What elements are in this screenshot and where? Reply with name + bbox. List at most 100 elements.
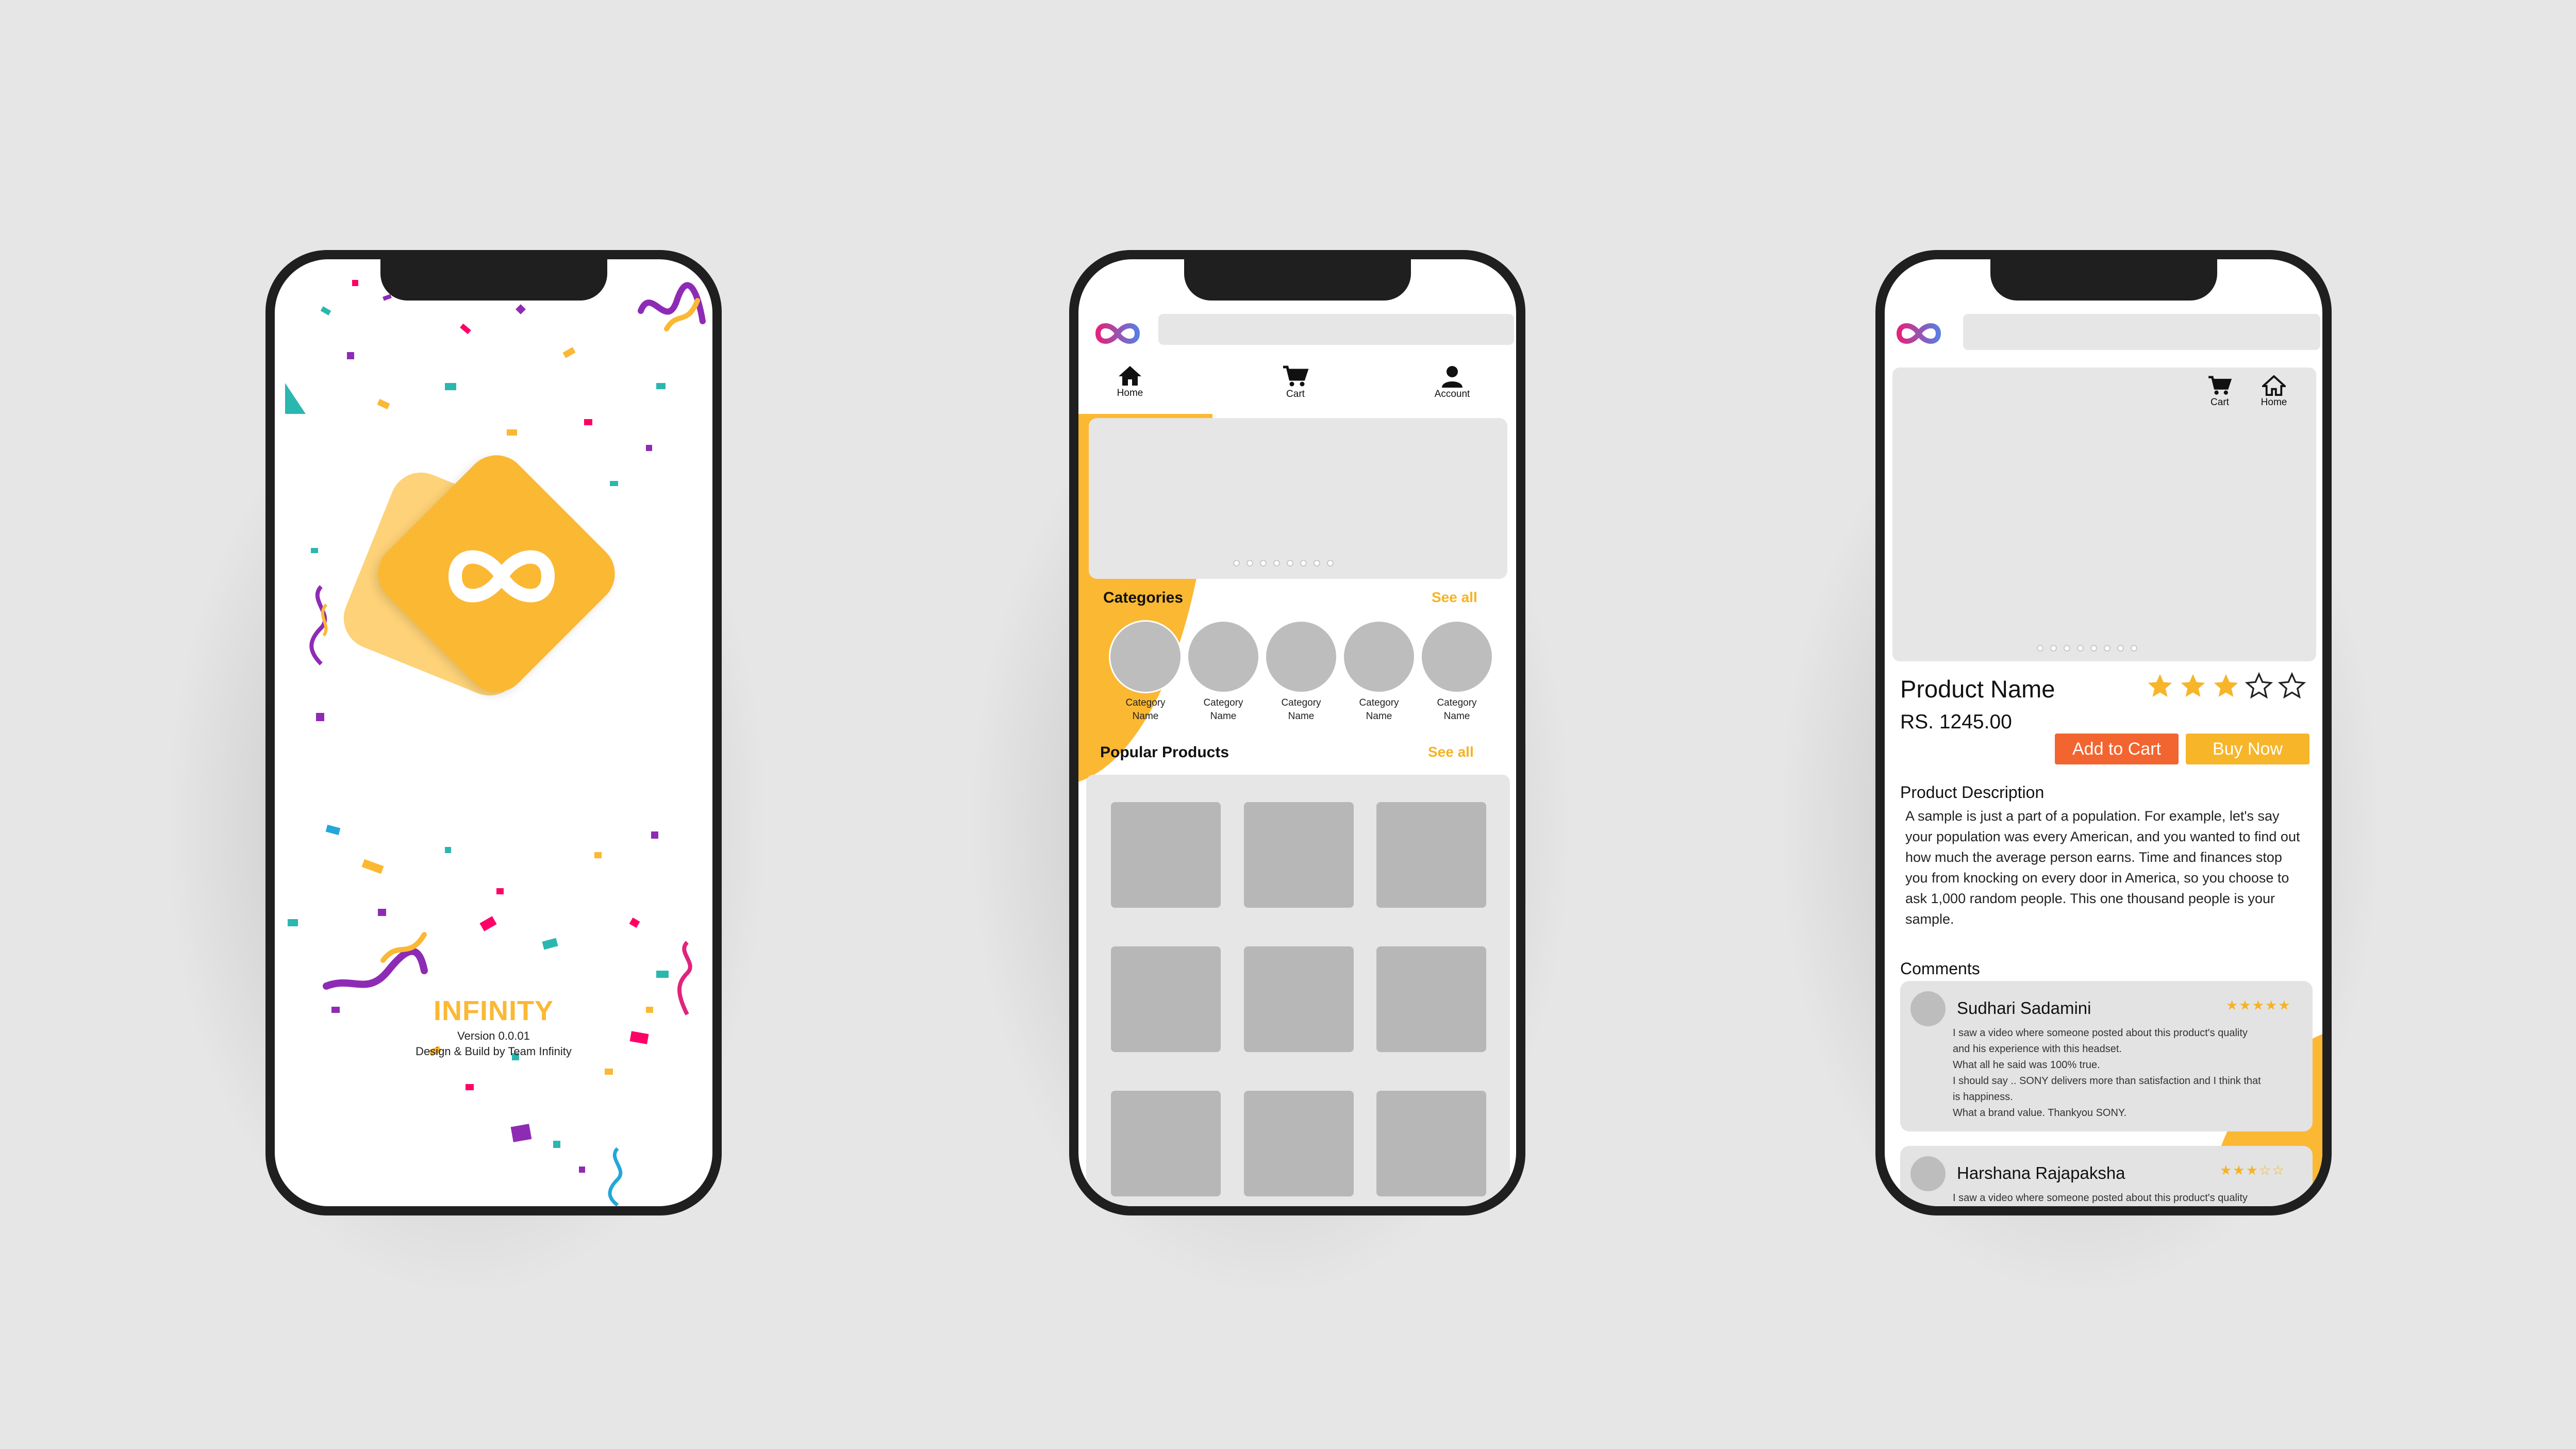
phone-splash: INFINITY Version 0.0.01 Design & Build b… <box>265 250 722 1215</box>
nav-cart[interactable]: Cart <box>1267 365 1324 400</box>
account-icon <box>1442 366 1462 388</box>
carousel-dot[interactable] <box>2037 645 2043 652</box>
comment-card: Harshana Rajapaksha ★★★☆☆ I saw a video … <box>1900 1146 2313 1206</box>
popular-products-title: Popular Products <box>1100 744 1229 761</box>
phone-notch <box>1990 259 2217 301</box>
carousel-dot[interactable] <box>1327 560 1334 567</box>
product-tile[interactable] <box>1244 802 1354 908</box>
carousel-dot[interactable] <box>2117 645 2124 652</box>
phone-product: Cart Home Product Name RS. 1245.00 Add t… <box>1875 250 2332 1215</box>
category-image <box>1342 620 1416 693</box>
product-screen: Cart Home Product Name RS. 1245.00 Add t… <box>1885 259 2322 1206</box>
product-image-carousel[interactable] <box>1892 368 2316 661</box>
home-screen: Home Cart Account Categories See all Cat… <box>1078 259 1516 1206</box>
star-filled-icon <box>2214 674 2238 697</box>
nav-label: Home <box>2261 397 2287 408</box>
commenter-name: Harshana Rajapaksha <box>1957 1163 2125 1182</box>
carousel-dot[interactable] <box>2077 645 2084 652</box>
category-label: Category Name <box>1281 697 1321 722</box>
product-tile[interactable] <box>1376 1091 1486 1196</box>
cart-icon <box>1283 365 1309 387</box>
nav-account[interactable]: Account <box>1424 365 1481 400</box>
phone-home: Home Cart Account Categories See all Cat… <box>1069 250 1525 1215</box>
category-item[interactable]: Category Name <box>1262 620 1340 723</box>
home-icon <box>2262 375 2286 396</box>
product-tile[interactable] <box>1376 946 1486 1052</box>
products-grid <box>1086 775 1510 1206</box>
category-item[interactable]: Category Name <box>1185 620 1262 723</box>
comment-rating: ★★★☆☆ <box>2220 1162 2285 1178</box>
product-description: A sample is just a part of a population.… <box>1905 808 2300 927</box>
search-bar[interactable] <box>1963 314 2320 350</box>
categories-title: Categories <box>1103 589 1184 606</box>
comment-card: Sudhari Sadamini ★★★★★ I saw a video whe… <box>1900 981 2313 1131</box>
popular-see-all-link[interactable]: See all <box>1428 744 1474 760</box>
carousel-dot[interactable] <box>1314 560 1320 567</box>
category-label: Category Name <box>1125 697 1166 722</box>
nav-label: Cart <box>2211 397 2229 408</box>
carousel-dot[interactable] <box>2064 645 2070 652</box>
carousel-dot[interactable] <box>2131 645 2137 652</box>
home-icon <box>1119 366 1141 386</box>
star-filled-icon <box>2181 674 2205 697</box>
search-bar[interactable] <box>1158 314 1514 345</box>
commenter-name: Sudhari Sadamini <box>1957 998 2091 1018</box>
star-empty-icon <box>2278 672 2306 699</box>
category-image <box>1420 620 1493 693</box>
product-tile[interactable] <box>1244 1091 1354 1196</box>
nav-cart[interactable]: Cart <box>2199 375 2240 408</box>
version-text: Version 0.0.01 <box>457 1029 530 1042</box>
avatar <box>1910 991 1946 1026</box>
carousel-dot[interactable] <box>2090 645 2097 652</box>
buy-now-button[interactable]: Buy Now <box>2186 734 2309 764</box>
product-tile[interactable] <box>1111 946 1221 1052</box>
carousel-dot[interactable] <box>1287 560 1293 567</box>
comment-text: I saw a video where someone posted about… <box>1953 1192 2248 1204</box>
product-tile[interactable] <box>1244 946 1354 1052</box>
credit-text: Design & Build by Team Infinity <box>416 1045 572 1058</box>
category-item[interactable]: Category Name <box>1107 620 1184 723</box>
comment-text: I saw a video where someone posted about… <box>1953 1027 2261 1119</box>
comment-rating: ★★★★★ <box>2226 997 2291 1013</box>
description-title: Product Description <box>1900 783 2045 802</box>
star-filled-icon <box>2148 674 2172 697</box>
avatar <box>1910 1156 1946 1191</box>
nav-home[interactable]: Home <box>1102 365 1158 399</box>
nav-label: Home <box>1117 388 1143 398</box>
carousel-dot[interactable] <box>1300 560 1307 567</box>
category-label: Category Name <box>1437 697 1477 722</box>
product-tile[interactable] <box>1111 1091 1221 1196</box>
carousel-dot[interactable] <box>1273 560 1280 567</box>
carousel-dot[interactable] <box>1233 560 1240 567</box>
category-item[interactable]: Category Name <box>1418 620 1495 723</box>
product-tile[interactable] <box>1376 802 1486 908</box>
category-label: Category Name <box>1359 697 1399 722</box>
nav-label: Account <box>1434 389 1470 399</box>
category-label: Category Name <box>1203 697 1243 722</box>
add-to-cart-button[interactable]: Add to Cart <box>2055 734 2179 764</box>
app-logo-icon <box>1095 323 1140 344</box>
carousel-dot[interactable] <box>1260 560 1267 567</box>
brand-name: INFINITY <box>434 995 554 1026</box>
nav-label: Cart <box>1286 389 1305 399</box>
category-image <box>1187 620 1260 693</box>
star-empty-icon <box>2245 672 2273 699</box>
carousel-dot[interactable] <box>2050 645 2057 652</box>
phone-notch <box>1184 259 1411 301</box>
splash-logo <box>334 442 636 718</box>
nav-home[interactable]: Home <box>2253 375 2295 408</box>
splash-screen: INFINITY Version 0.0.01 Design & Build b… <box>275 259 712 1206</box>
cart-icon <box>2208 376 2232 395</box>
carousel-dots[interactable] <box>1233 560 1334 567</box>
product-price: RS. 1245.00 <box>1900 711 2012 733</box>
carousel-dots[interactable] <box>2037 645 2137 652</box>
product-name: Product Name <box>1900 675 2055 703</box>
carousel-dot[interactable] <box>1247 560 1253 567</box>
carousel-dot[interactable] <box>2104 645 2110 652</box>
categories-see-all-link[interactable]: See all <box>1432 589 1477 606</box>
comments-title: Comments <box>1900 959 1980 978</box>
category-image <box>1109 620 1182 693</box>
banner-carousel[interactable] <box>1089 418 1507 579</box>
category-item[interactable]: Category Name <box>1340 620 1418 723</box>
product-tile[interactable] <box>1111 802 1221 908</box>
